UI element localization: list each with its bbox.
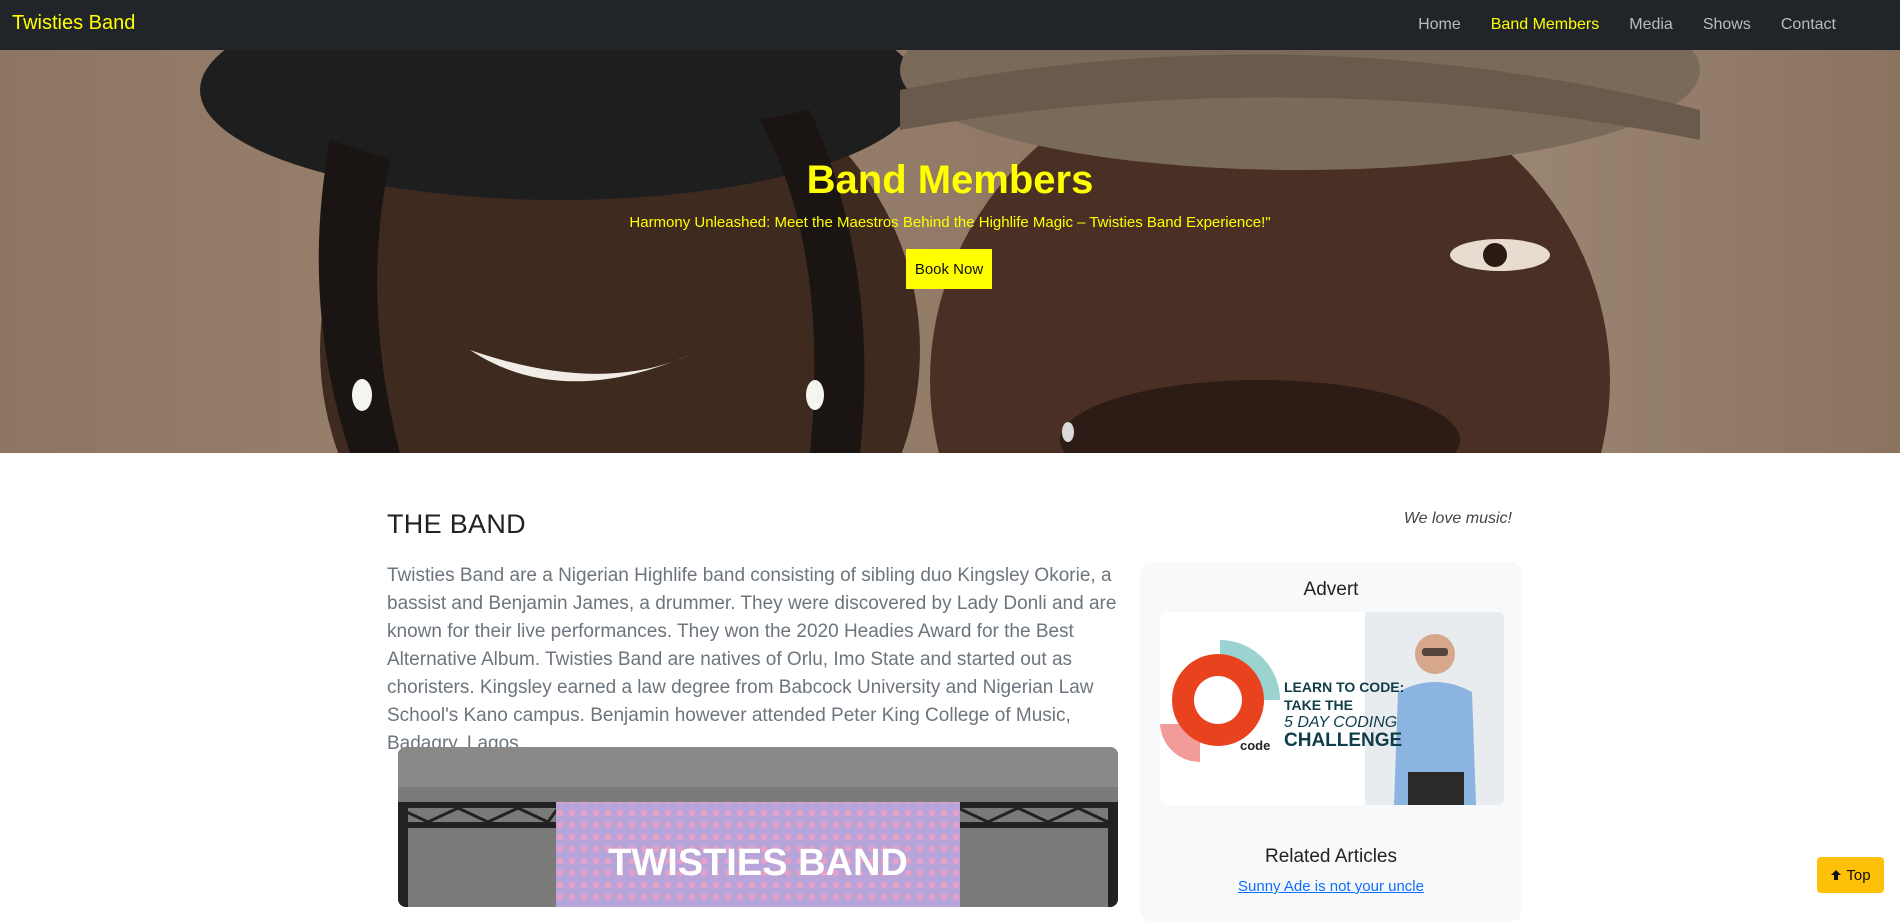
advert-banner[interactable]: LEARN TO CODE: TAKE THE 5 DAY CODING CHA… <box>1160 612 1504 805</box>
nav-link-home[interactable]: Home <box>1403 16 1476 34</box>
advert-line-2: TAKE THE <box>1284 697 1353 713</box>
book-now-button[interactable]: Book Now <box>906 249 992 289</box>
advert-text: LEARN TO CODE: TAKE THE 5 DAY CODING CHA… <box>1284 678 1404 750</box>
nav-links: Home Band Members Media Shows Contact <box>1403 0 1851 50</box>
band-photo-banner: TWISTIES BAND <box>608 842 908 884</box>
advert-line-4: CHALLENGE <box>1284 730 1403 751</box>
nav-link-shows[interactable]: Shows <box>1688 16 1766 34</box>
nav-link-band-members[interactable]: Band Members <box>1476 16 1615 34</box>
navbar: Twisties Band Home Band Members Media Sh… <box>0 0 1900 50</box>
nav-link-contact[interactable]: Contact <box>1766 16 1851 34</box>
related-article-link[interactable]: Sunny Ade is not your uncle <box>1140 878 1522 895</box>
related-articles-title: Related Articles <box>1264 846 1397 867</box>
hero-subtitle: Harmony Unleashed: Meet the Maestros Beh… <box>629 214 1271 231</box>
advert-title: Advert <box>1303 579 1359 600</box>
band-photo: TWISTIES BAND <box>398 747 1118 907</box>
section-heading: THE BAND <box>387 509 526 539</box>
back-to-top-label: Top <box>1846 866 1871 884</box>
arrow-up-icon <box>1831 870 1842 880</box>
advert-line-1: LEARN TO CODE: <box>1284 679 1405 695</box>
nav-link-media[interactable]: Media <box>1614 16 1688 34</box>
tagline: We love music! <box>1403 510 1512 527</box>
brand-link[interactable]: Twisties Band <box>12 12 135 35</box>
band-description: Twisties Band are a Nigerian Highlife ba… <box>387 565 1117 754</box>
hero-banner: Band Members Harmony Unleashed: Meet the… <box>0 50 1900 453</box>
advert-logo: code <box>1240 738 1271 753</box>
hero-title: Band Members <box>806 158 1094 202</box>
sidebar: Advert LEARN TO CODE: TAKE THE 5 DAY COD… <box>1140 562 1522 922</box>
back-to-top-button[interactable]: Top <box>1817 857 1884 893</box>
